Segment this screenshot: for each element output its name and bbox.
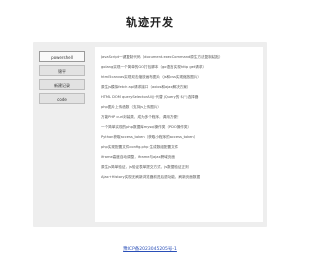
article-link[interactable]: iframe高度自动调整，iframe与ajax跨域页面 xyxy=(101,152,257,162)
sidebar-item-code[interactable]: code xyxy=(39,93,85,104)
article-link[interactable]: html5canvas实现双击缩放画布图片（js和css实现缩放图片） xyxy=(101,72,257,82)
site-title: 轨迹开发 xyxy=(126,16,174,29)
article-link[interactable]: Python获取access_token（获取小程序的access_token） xyxy=(101,132,257,142)
article-link[interactable]: golang实现一个简单的GO打包脚本（go语言实现http get请求） xyxy=(101,62,257,72)
article-link[interactable]: php图片上传函数（支持js上传图片） xyxy=(101,102,257,112)
article-link[interactable]: JavaScript一键复制代码（document.execCommand原生方… xyxy=(101,52,257,62)
article-link[interactable]: 万能PHP curl封装类，成为多个程序，调用方便！ xyxy=(101,112,257,122)
sidebar-item-powershell[interactable]: powershell xyxy=(39,51,85,62)
icp-footer-link[interactable]: 豫ICP备2023045205号-1 xyxy=(0,246,300,252)
article-link[interactable]: 一个简单实现的php数据库mysql操作类（PDO操作类） xyxy=(101,122,257,132)
article-list: JavaScript一键复制代码（document.execCommand原生方… xyxy=(95,47,263,222)
article-link[interactable]: Ajax+History实现无刷新浏览器前进后退功能，刷新页面数据 xyxy=(101,172,257,182)
article-link[interactable]: 原生js模拟fetch api请求接口（axios和ajax解决方案） xyxy=(101,82,257,92)
sidebar-item-new-record[interactable]: 新建记录 xyxy=(39,79,85,90)
sidebar: powershell 锦平 新建记录 code xyxy=(39,51,85,104)
article-link[interactable]: 原生js简单验证，js验证表单提交方式，js数据验证正则 xyxy=(101,162,257,172)
article-link[interactable]: php实现配置文件config.php 生成数组配置文件 xyxy=(101,142,257,152)
sidebar-item-jinping[interactable]: 锦平 xyxy=(39,65,85,76)
article-link[interactable]: HTML DOM querySelectorAll()·代替 jQuery的 $… xyxy=(101,92,257,102)
